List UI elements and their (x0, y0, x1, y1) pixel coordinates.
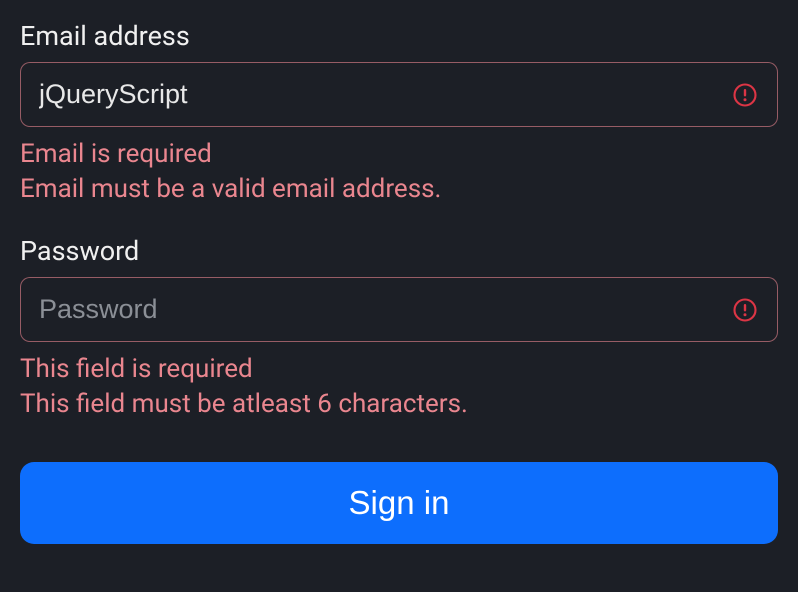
password-group: Password This field is required This fie… (20, 235, 778, 422)
email-errors: Email is required Email must be a valid … (20, 137, 778, 207)
signin-form: Email address Email is required Email mu… (20, 20, 778, 544)
password-input-wrapper (20, 277, 778, 342)
email-group: Email address Email is required Email mu… (20, 20, 778, 207)
email-label: Email address (20, 20, 778, 52)
password-label: Password (20, 235, 778, 267)
alert-icon (732, 297, 758, 323)
alert-icon (732, 82, 758, 108)
email-input-wrapper (20, 62, 778, 127)
error-text: This field must be atleast 6 characters. (20, 387, 778, 422)
password-field[interactable] (20, 277, 778, 342)
error-text: This field is required (20, 352, 778, 387)
error-text: Email is required (20, 137, 778, 172)
password-errors: This field is required This field must b… (20, 352, 778, 422)
signin-button[interactable]: Sign in (20, 462, 778, 544)
error-text: Email must be a valid email address. (20, 172, 778, 207)
email-field[interactable] (20, 62, 778, 127)
